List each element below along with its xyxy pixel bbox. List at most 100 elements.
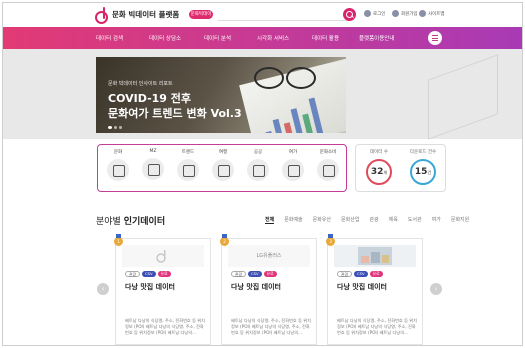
hero-dot[interactable]	[108, 126, 112, 129]
stat-value: 32	[370, 167, 384, 177]
tag: 관광	[125, 271, 140, 277]
card-title: 다낭 맛집 데이터	[125, 283, 175, 291]
card-thumbnail: LG유플러스	[228, 245, 310, 267]
tab-library[interactable]: 도서관	[408, 216, 422, 224]
tab-all[interactable]: 전체	[265, 216, 275, 224]
carousel-prev-button[interactable]: ‹	[97, 283, 109, 295]
hero-pagination[interactable]	[108, 126, 122, 129]
card-description: 베트남 다낭의 식당명, 주소, 전화번호 등 위치정보 (POI) 베트남 다…	[337, 318, 417, 335]
data-card[interactable]: 3 관광 CSV 유료 다낭 맛집 데이터 베트남 다낭의 식당명, 주소, 전…	[326, 234, 423, 345]
brand-logo-icon	[156, 250, 166, 263]
stat-unit: 건	[427, 170, 432, 175]
hero-dot[interactable]	[114, 126, 117, 129]
tab-industry[interactable]: 문화산업	[341, 216, 359, 224]
util-login-label: 로그인	[373, 11, 386, 17]
login-icon	[364, 10, 371, 17]
tab-arts[interactable]: 문화예술	[284, 216, 302, 224]
category-label: 여가	[288, 150, 298, 155]
logo-badge: 문화빅데이터	[189, 10, 213, 26]
util-sitemap-label: 사이트맵	[428, 11, 445, 17]
tab-heritage[interactable]: 문화유산	[313, 216, 331, 224]
util-login[interactable]: 로그인	[364, 10, 385, 17]
hero-title-line1: COVID-19 전후	[108, 92, 192, 105]
search-box	[218, 8, 350, 28]
hero-section: 문화 빅데이터 인사이트 리포트 COVID-19 전후 문화여가 트렌드 변화…	[3, 49, 522, 140]
category-label: 공공	[253, 150, 263, 155]
category-label: 트렌드	[181, 150, 195, 155]
hero-decoration	[428, 54, 498, 140]
trend-icon	[177, 159, 199, 181]
consumption-icon	[317, 159, 339, 181]
tag: CSV	[142, 271, 156, 277]
category-travel[interactable]: 여행	[208, 149, 238, 181]
category-consumption[interactable]: 문화소비	[313, 149, 343, 181]
main-nav: 데이터 검색 데이터 상담소 데이터 분석 시각화 서비스 데이터 활용 플랫폼…	[3, 27, 522, 49]
carousel-next-button[interactable]: ›	[430, 283, 442, 295]
category-label: 여행	[218, 150, 228, 155]
card-tags: 관광 CSV 유료	[337, 271, 383, 277]
util-join[interactable]: 회원가입	[392, 10, 418, 17]
nav-item-guide[interactable]: 플랫폼이용안내	[359, 34, 394, 42]
util-sitemap[interactable]: 사이트맵	[419, 10, 445, 17]
data-card[interactable]: 2 LG유플러스 관광 CSV 유료 다낭 맛집 데이터 베트남 다낭의 식당명…	[220, 234, 317, 345]
rank-number: 3	[329, 239, 332, 244]
hero-banner[interactable]: 문화 빅데이터 인사이트 리포트 COVID-19 전후 문화여가 트렌드 변화…	[96, 57, 346, 133]
card-thumbnail	[334, 245, 416, 267]
public-icon	[247, 159, 269, 181]
hamburger-menu-icon[interactable]	[428, 31, 442, 45]
category-label: 문화	[113, 150, 123, 155]
leisure-icon	[282, 159, 304, 181]
section-title-prefix: 분야별	[96, 217, 121, 227]
card-title: 다낭 맛집 데이터	[231, 283, 281, 291]
travel-icon	[212, 159, 234, 181]
nav-item-data-analysis[interactable]: 데이터 분석	[204, 34, 231, 42]
stat-label: 데이터 수	[370, 150, 388, 155]
hero-kicker: 문화 빅데이터 인사이트 리포트	[108, 81, 173, 87]
tag: CSV	[354, 271, 368, 277]
top-bar: 문화 빅데이터 플랫폼 문화빅데이터 로그인 회원가입 사이트맵	[3, 3, 522, 28]
logo-text: 문화 빅데이터 플랫폼	[112, 9, 180, 19]
tag: 유료	[157, 271, 171, 277]
sitemap-icon	[419, 10, 426, 17]
nav-item-data-search[interactable]: 데이터 검색	[96, 34, 123, 42]
page-frame: 문화 빅데이터 플랫폼 문화빅데이터 로그인 회원가입 사이트맵 데이터 검색 …	[2, 2, 523, 346]
site-logo[interactable]: 문화 빅데이터 플랫폼	[95, 7, 180, 24]
category-public[interactable]: 공공	[243, 149, 273, 181]
tab-sports[interactable]: 체육	[389, 216, 398, 224]
nav-item-data-use[interactable]: 데이터 활용	[312, 34, 339, 42]
search-icon[interactable]	[343, 8, 356, 21]
section-title: 분야별 인기데이터	[96, 214, 165, 227]
stats-panel: 데이터 수 32개 다운로드 건수 15건	[355, 144, 446, 192]
card-tags: 관광 CSV 유료	[231, 271, 277, 277]
rank-number: 1	[117, 239, 120, 244]
hero-dot[interactable]	[119, 126, 122, 129]
category-trend[interactable]: 트렌드	[173, 149, 203, 181]
hero-title-line2: 문화여가 트렌드 변화 Vol.3	[108, 107, 242, 120]
util-join-label: 회원가입	[401, 11, 418, 17]
category-mz[interactable]: MZ	[138, 149, 168, 180]
stat-value: 15	[414, 167, 428, 177]
tab-leisure[interactable]: 여가	[432, 216, 441, 224]
tag: CSV	[248, 271, 262, 277]
stat-ring: 15건	[410, 159, 436, 185]
category-label: MZ	[149, 149, 157, 154]
card-description: 베트남 다낭의 식당명, 주소, 전화번호 등 위치정보 (POI) 베트남 다…	[231, 318, 311, 335]
data-card[interactable]: 1 관광 CSV 유료 다낭 맛집 데이터 베트남 다낭의 식당명, 주소, 전…	[114, 234, 211, 345]
card-tags: 관광 CSV 유료	[125, 271, 171, 277]
stat-download-count: 다운로드 건수 15건	[403, 149, 443, 185]
tag: 관광	[337, 271, 352, 277]
rank-number: 2	[223, 239, 226, 244]
tab-tourism[interactable]: 관광	[369, 216, 378, 224]
tag: 관광	[231, 271, 246, 277]
nav-item-visualization[interactable]: 시각화 서비스	[257, 34, 289, 42]
mz-icon	[142, 158, 164, 180]
category-leisure[interactable]: 여가	[278, 149, 308, 181]
card-title: 다낭 맛집 데이터	[337, 283, 387, 291]
tab-support[interactable]: 문화지원	[451, 216, 469, 224]
nav-item-data-consult[interactable]: 데이터 상담소	[149, 34, 181, 42]
join-icon	[392, 10, 399, 17]
stat-unit: 개	[383, 170, 388, 175]
tag: 유료	[369, 271, 383, 277]
category-culture[interactable]: 문화	[103, 149, 133, 181]
stat-label: 다운로드 건수	[409, 150, 437, 155]
